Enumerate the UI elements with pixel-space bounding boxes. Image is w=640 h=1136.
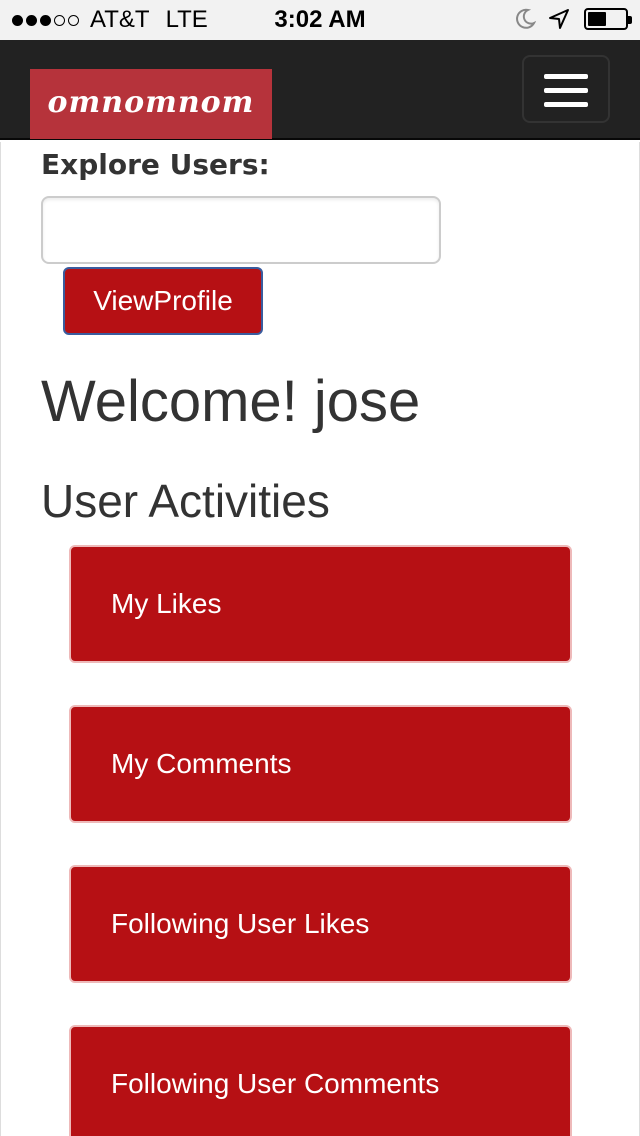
moon-icon bbox=[514, 8, 536, 30]
hamburger-menu-icon bbox=[544, 102, 588, 107]
activity-label: My Likes bbox=[111, 588, 222, 619]
activity-label: My Comments bbox=[111, 748, 292, 779]
battery-tip bbox=[628, 16, 632, 24]
app-screen: AT&T LTE 3:02 AM omnomnom Explore Users:… bbox=[0, 0, 640, 1136]
my-likes-button[interactable]: My Likes bbox=[69, 545, 572, 663]
explore-users-input[interactable] bbox=[41, 196, 441, 264]
status-bar-right bbox=[514, 8, 632, 30]
explore-users-label: Explore Users: bbox=[41, 148, 270, 181]
navbar: omnomnom bbox=[0, 40, 640, 140]
activity-label: Following User Likes bbox=[111, 908, 370, 939]
hamburger-menu-icon bbox=[544, 88, 588, 93]
battery-fill bbox=[588, 12, 606, 26]
location-arrow-icon bbox=[548, 8, 570, 30]
user-activities-heading: User Activities bbox=[41, 475, 330, 527]
main-content: Explore Users: ViewProfile Welcome! jose… bbox=[0, 142, 640, 1136]
hamburger-menu-button[interactable] bbox=[522, 55, 610, 123]
following-user-comments-button[interactable]: Following User Comments bbox=[69, 1025, 572, 1136]
view-profile-button[interactable]: ViewProfile bbox=[63, 267, 263, 335]
activity-label: Following User Comments bbox=[111, 1068, 440, 1099]
welcome-heading: Welcome! jose bbox=[41, 369, 421, 434]
hamburger-menu-icon bbox=[544, 74, 588, 79]
battery-icon bbox=[584, 8, 632, 30]
my-comments-button[interactable]: My Comments bbox=[69, 705, 572, 823]
status-bar: AT&T LTE 3:02 AM bbox=[0, 0, 640, 40]
following-user-likes-button[interactable]: Following User Likes bbox=[69, 865, 572, 983]
brand-logo[interactable]: omnomnom bbox=[30, 69, 272, 139]
